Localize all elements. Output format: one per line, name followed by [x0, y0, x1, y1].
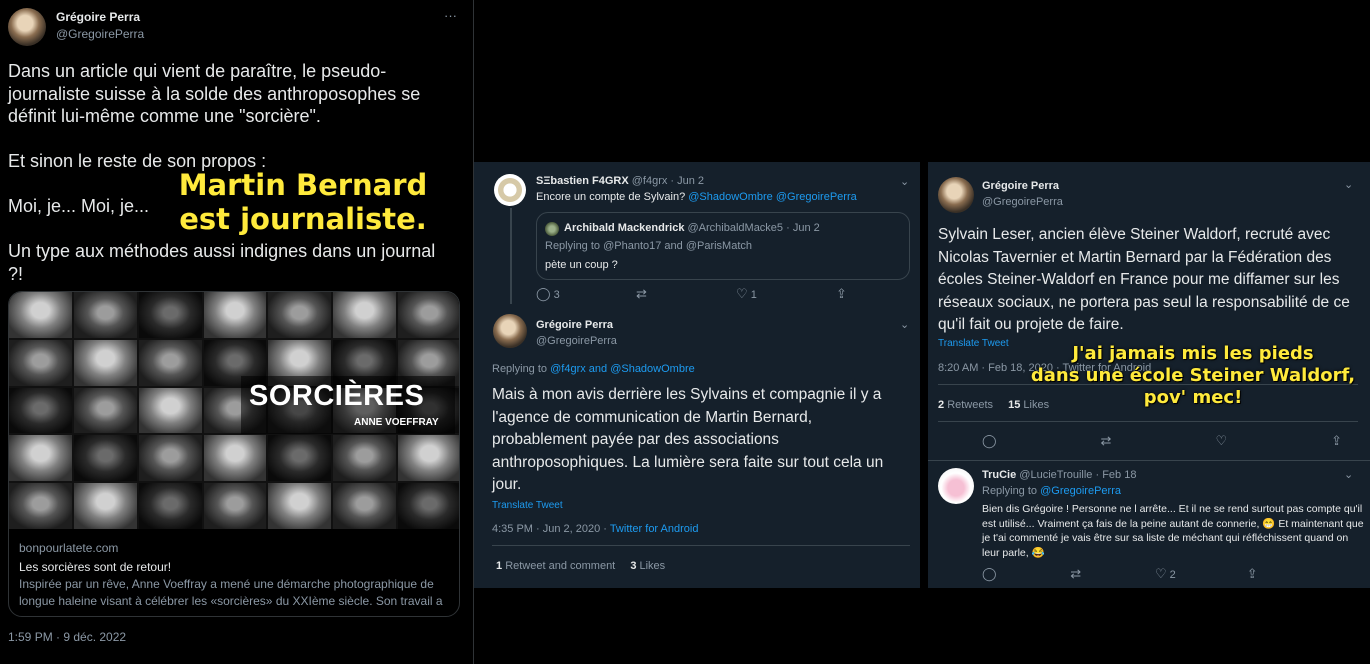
- reply-button[interactable]: ◯: [982, 566, 1070, 582]
- screenshot-collage: Grégoire Perra @GregoirePerra ··· Dans u…: [0, 0, 1370, 664]
- retweet-icon: ⇄: [636, 286, 647, 301]
- overlay-caption: J'ai jamais mis les pieds dans une école…: [1030, 343, 1356, 408]
- tweet-actions: ◯ ⇄ ♡ ⇪: [982, 433, 1342, 449]
- tweet-text: Mais à mon avis derrière les Sylvains et…: [492, 386, 884, 493]
- author-handle[interactable]: @LucieTrouille: [1019, 469, 1092, 481]
- chevron-down-icon[interactable]: ⌄: [1344, 178, 1353, 191]
- mention[interactable]: @GregoirePerra: [776, 191, 857, 203]
- more-icon[interactable]: ···: [444, 8, 457, 23]
- tweet-header: SΞbastien F4GRX @f4grx · Jun 2: [536, 175, 704, 187]
- card-title[interactable]: Les sorcières sont de retour!: [19, 560, 449, 574]
- tweet-text: Sylvain Leser, ancien élève Steiner Wald…: [938, 226, 1350, 333]
- quote-author-name: Archibald Mackendrick: [564, 222, 685, 234]
- replying-to: Replying to @f4grx and @ShadowOmbre: [492, 363, 695, 375]
- like-icon: ♡: [736, 286, 748, 301]
- share-icon: ⇪: [836, 286, 847, 301]
- like-icon[interactable]: ♡: [1215, 433, 1227, 449]
- chevron-down-icon[interactable]: ⌄: [900, 318, 909, 331]
- author-name[interactable]: SΞbastien F4GRX: [536, 175, 629, 187]
- like-icon: ♡: [1154, 566, 1167, 581]
- middle-thread: SΞbastien F4GRX @f4grx · Jun 2 ⌄ Encore …: [474, 162, 920, 588]
- card-image[interactable]: SORCIÈRES ANNE VOEFFRAY: [9, 292, 459, 529]
- tweet-date[interactable]: · Jun 2: [670, 175, 704, 187]
- like-button[interactable]: ♡ 2: [1155, 566, 1247, 582]
- link-card[interactable]: SORCIÈRES ANNE VOEFFRAY bonpourlatete.co…: [8, 291, 460, 617]
- retweet-button[interactable]: ⇄: [636, 286, 736, 302]
- card-domain[interactable]: bonpourlatete.com: [19, 541, 449, 555]
- chevron-down-icon[interactable]: ⌄: [900, 175, 909, 188]
- author-handle[interactable]: @GregoirePerra: [56, 27, 144, 41]
- avatar[interactable]: [8, 8, 46, 46]
- author-name[interactable]: TruCie: [982, 469, 1016, 481]
- avatar: [545, 222, 559, 236]
- retweet-icon: ⇄: [1070, 566, 1082, 581]
- quote-header: Archibald Mackendrick @ArchibaldMacke5 ·…: [564, 222, 820, 234]
- divider: [492, 545, 910, 546]
- reply-header: TruCie @LucieTrouille · Feb 18: [982, 469, 1136, 481]
- tweet-stats: 1 Retweet and comment 3 Likes: [496, 560, 665, 572]
- reply-button[interactable]: ◯ 3: [536, 286, 636, 302]
- divider: [928, 460, 1370, 461]
- card-image-title: SORCIÈRES: [249, 380, 425, 412]
- overlay-line-1: Martin Bernard: [178, 168, 428, 202]
- quote-date: · Jun 2: [786, 222, 820, 234]
- author-name[interactable]: Grégoire Perra: [982, 180, 1059, 192]
- chevron-down-icon[interactable]: ⌄: [1344, 468, 1353, 481]
- share-icon[interactable]: ⇪: [1331, 433, 1342, 449]
- reply-icon: ◯: [536, 286, 551, 301]
- share-button[interactable]: ⇪: [1247, 566, 1282, 582]
- translate-tweet-link[interactable]: Translate Tweet: [938, 338, 1009, 349]
- mention[interactable]: @ShadowOmbre: [688, 191, 773, 203]
- author-handle[interactable]: @GregoirePerra: [982, 196, 1063, 208]
- retweet-button[interactable]: ⇄: [1070, 566, 1155, 582]
- right-thread: Grégoire Perra @GregoirePerra ⌄ Sylvain …: [928, 162, 1370, 588]
- tweet-timestamp[interactable]: 1:59 PM · 9 déc. 2022: [8, 630, 126, 644]
- mention[interactable]: @f4grx and @ShadowOmbre: [550, 363, 695, 375]
- source-link[interactable]: Twitter for Android: [610, 523, 699, 535]
- reply-actions: ◯ ⇄ ♡ 2 ⇪: [982, 566, 1282, 582]
- author-name[interactable]: Grégoire Perra: [536, 319, 613, 331]
- avatar[interactable]: [494, 174, 526, 206]
- tweet-date[interactable]: · Feb 18: [1095, 469, 1136, 481]
- likes-stat[interactable]: 3 Likes: [630, 560, 665, 572]
- retweets-stat[interactable]: 2 Retweets: [938, 399, 993, 411]
- thread-line: [510, 208, 512, 304]
- left-tweet: Grégoire Perra @GregoirePerra ··· Dans u…: [0, 0, 474, 664]
- divider: [938, 421, 1358, 422]
- overlay-line-2: est journaliste.: [179, 202, 427, 236]
- reply-icon[interactable]: ◯: [982, 433, 997, 449]
- quoted-tweet[interactable]: Archibald Mackendrick @ArchibaldMacke5 ·…: [536, 212, 910, 280]
- share-icon: ⇪: [1246, 566, 1258, 581]
- share-button[interactable]: ⇪: [836, 286, 876, 302]
- retweet-icon[interactable]: ⇄: [1101, 433, 1112, 449]
- avatar[interactable]: [938, 468, 974, 504]
- quote-replying: Replying to @Phanto17 and @ParisMatch: [545, 240, 753, 252]
- overlay-caption: Martin Bernard est journaliste.: [172, 168, 434, 236]
- reply-text: Bien dis Grégoire ! Personne ne l arrête…: [982, 503, 1364, 560]
- tweet-time: 4:35 PM · Jun 2, 2020 · Twitter for Andr…: [492, 523, 699, 535]
- reply-icon: ◯: [982, 566, 997, 581]
- author-handle[interactable]: @GregoirePerra: [536, 335, 617, 347]
- quote-author-handle: @ArchibaldMacke5: [687, 222, 784, 234]
- retweet-stat[interactable]: 1 Retweet and comment: [496, 560, 615, 572]
- tweet-actions: ◯ 3 ⇄ ♡ 1 ⇪: [536, 286, 876, 302]
- avatar[interactable]: [938, 177, 974, 213]
- translate-tweet-link[interactable]: Translate Tweet: [492, 500, 563, 511]
- mention[interactable]: @GregoirePerra: [1040, 485, 1121, 497]
- card-description: Inspirée par un rêve, Anne Voeffray a me…: [19, 577, 443, 616]
- like-button[interactable]: ♡ 1: [736, 286, 836, 302]
- tweet-text: Encore un compte de Sylvain? @ShadowOmbr…: [536, 191, 857, 203]
- author-name[interactable]: Grégoire Perra: [56, 10, 140, 24]
- author-handle[interactable]: @f4grx: [632, 175, 668, 187]
- quote-text: pète un coup ?: [545, 259, 618, 271]
- avatar[interactable]: [493, 314, 527, 348]
- card-image-subtitle: ANNE VOEFFRAY: [354, 417, 439, 428]
- replying-to: Replying to @GregoirePerra: [982, 485, 1121, 497]
